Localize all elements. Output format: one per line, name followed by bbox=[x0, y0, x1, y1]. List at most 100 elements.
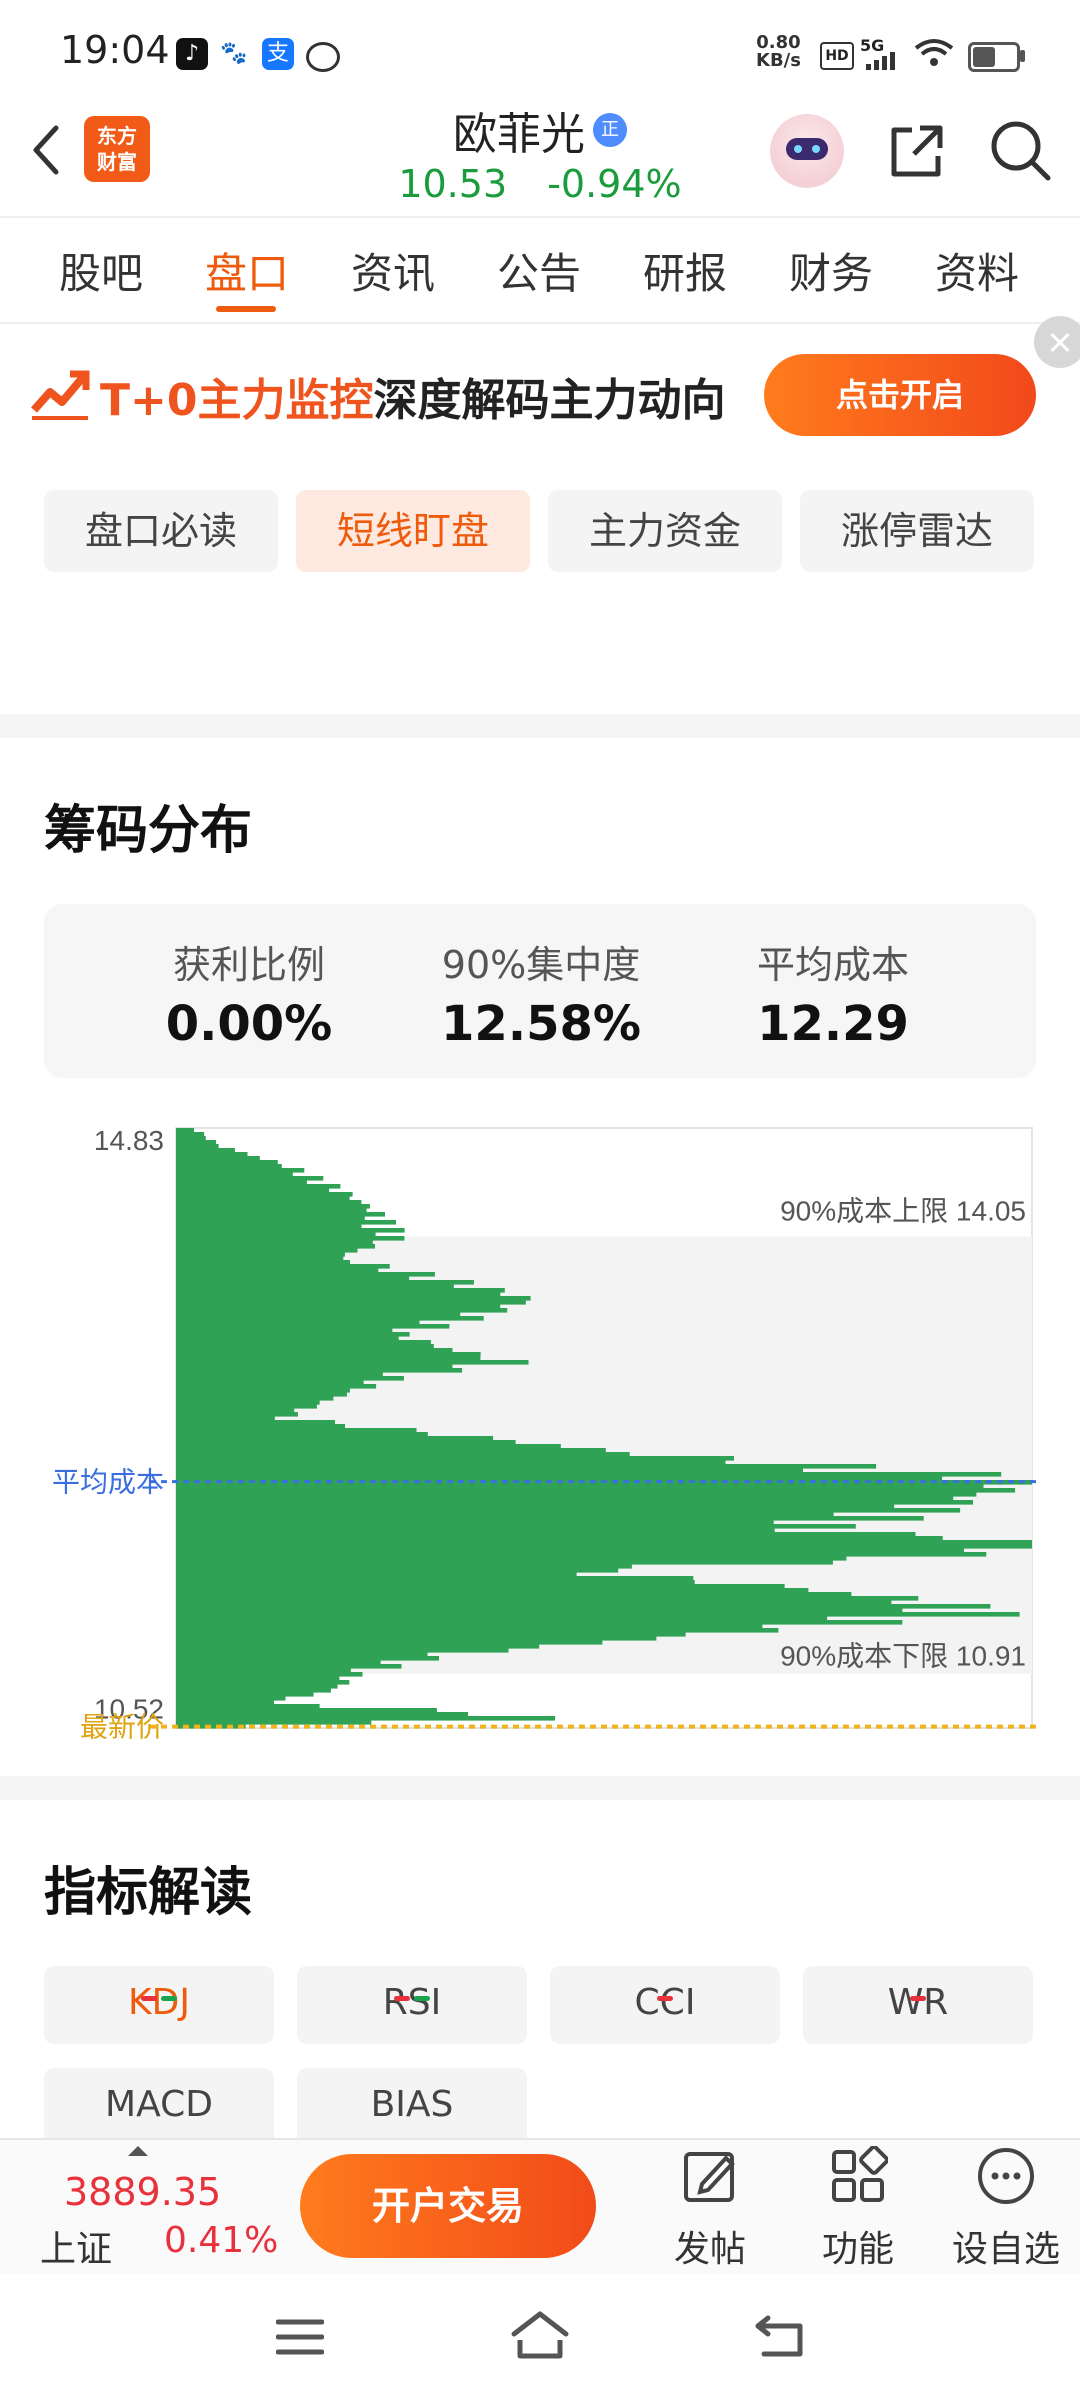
share-icon[interactable] bbox=[886, 120, 948, 182]
tab-announcements[interactable]: 公告 bbox=[484, 240, 594, 301]
indicator-tab-kdj[interactable]: KDJ bbox=[44, 1966, 274, 2044]
chip-bar bbox=[176, 1140, 217, 1145]
chip-bar bbox=[176, 1520, 774, 1525]
chip-bar bbox=[176, 1288, 505, 1293]
chip-bar bbox=[176, 1324, 450, 1329]
chip-bar bbox=[176, 1412, 298, 1417]
tab-news[interactable]: 资讯 bbox=[338, 240, 448, 301]
indicator-tab-wr[interactable]: WR bbox=[803, 1966, 1033, 2044]
signal-icon bbox=[866, 52, 895, 70]
index-name[interactable]: 上证 bbox=[40, 2220, 112, 2272]
chip-bar bbox=[176, 1356, 481, 1361]
signal-mark-red bbox=[657, 1996, 673, 2001]
chip-bar bbox=[176, 1344, 434, 1349]
chip-bar bbox=[176, 1676, 340, 1681]
indicator-signal-marks bbox=[44, 1964, 274, 2038]
chip-bar bbox=[176, 1556, 847, 1561]
chip-bar bbox=[176, 1532, 916, 1537]
chip-bar bbox=[176, 1272, 435, 1277]
chip-bar bbox=[176, 1496, 954, 1501]
chip-bar bbox=[176, 1588, 809, 1593]
chip-bar bbox=[176, 1616, 828, 1621]
chip-bar bbox=[176, 1548, 964, 1553]
chip-bar bbox=[176, 1340, 431, 1345]
chip-bar bbox=[176, 1260, 350, 1265]
search-icon[interactable] bbox=[988, 118, 1052, 182]
net-speed: 0.80 KB/s bbox=[756, 34, 801, 70]
chip-bar bbox=[176, 1316, 484, 1321]
chip-bar bbox=[176, 1712, 469, 1717]
chip-bar bbox=[176, 1292, 501, 1297]
back-nav-icon[interactable] bbox=[754, 2314, 808, 2358]
home-icon[interactable] bbox=[510, 2310, 570, 2360]
stock-name: 欧菲光 bbox=[453, 109, 585, 160]
subtab-limit-up-radar[interactable]: 涨停雷达 bbox=[800, 490, 1034, 572]
banner-close-icon[interactable] bbox=[1034, 316, 1080, 368]
chip-distribution-chart: 14.83 10.52 90%成本上限 14.05 90%成本下限 10.91 … bbox=[52, 1125, 1036, 1743]
chip-bar bbox=[176, 1508, 961, 1513]
index-expand-icon[interactable] bbox=[126, 2144, 150, 2158]
chip-bar bbox=[176, 1504, 895, 1509]
tab-research[interactable]: 研报 bbox=[630, 240, 740, 301]
chip-bar bbox=[176, 1592, 852, 1597]
indicator-tab-cci[interactable]: CCI bbox=[550, 1966, 780, 2044]
chip-bar bbox=[176, 1484, 984, 1489]
chip-bar bbox=[176, 1348, 453, 1353]
chip-bar bbox=[176, 1632, 686, 1637]
subtab-short-term[interactable]: 短线盯盘 bbox=[296, 490, 530, 572]
chip-bar bbox=[176, 1456, 734, 1461]
chip-bar bbox=[176, 1436, 494, 1441]
chip-bar bbox=[176, 1376, 404, 1381]
ai-assistant-icon[interactable] bbox=[770, 114, 844, 188]
signal-mark-red bbox=[141, 1996, 157, 2001]
active-tab-indicator bbox=[216, 306, 276, 312]
banner-open-button[interactable]: 点击开启 bbox=[764, 354, 1036, 436]
header-divider bbox=[0, 216, 1080, 218]
subtab-main-funds[interactable]: 主力资金 bbox=[548, 490, 782, 572]
chip-bar bbox=[176, 1404, 317, 1409]
baidu-icon: 🐾 bbox=[218, 38, 250, 70]
chip-bar bbox=[176, 1648, 509, 1653]
chip-bar bbox=[176, 1152, 248, 1157]
chip-bar bbox=[176, 1192, 353, 1197]
chip-bar bbox=[176, 1336, 399, 1341]
indicator-tab-bias[interactable]: BIAS bbox=[297, 2068, 527, 2146]
index-change[interactable]: 0.41% bbox=[164, 2220, 278, 2261]
douyin-icon: ♪ bbox=[176, 38, 208, 70]
tab-profile[interactable]: 资料 bbox=[922, 240, 1032, 301]
add-watchlist-label: 设自选 bbox=[951, 2229, 1060, 2270]
post-button[interactable]: 发帖 bbox=[650, 2146, 770, 2272]
indicator-tab-macd[interactable]: MACD bbox=[44, 2068, 274, 2146]
add-watchlist-button[interactable]: 设自选 bbox=[946, 2146, 1066, 2272]
chip-bar bbox=[176, 1656, 439, 1661]
tab-guba[interactable]: 股吧 bbox=[46, 240, 156, 301]
subtab-must-read[interactable]: 盘口必读 bbox=[44, 490, 278, 572]
functions-button[interactable]: 功能 bbox=[798, 2145, 918, 2272]
chip-bar bbox=[176, 1276, 410, 1281]
index-value[interactable]: 3889.35 bbox=[64, 2170, 221, 2214]
chip-bar bbox=[176, 1636, 657, 1641]
chip-bar bbox=[176, 1448, 606, 1453]
menu-icon[interactable] bbox=[276, 2318, 324, 2356]
chip-bar bbox=[176, 1384, 377, 1389]
open-account-trade-button[interactable]: 开户交易 bbox=[300, 2154, 596, 2258]
tab-finance[interactable]: 财务 bbox=[776, 240, 886, 301]
chip-bar bbox=[176, 1488, 1016, 1493]
chip-bar bbox=[176, 1576, 694, 1581]
chip-stats: 获利比例 0.00% 90%集中度 12.58% 平均成本 12.29 bbox=[44, 904, 1036, 1078]
chip-bar bbox=[176, 1180, 307, 1185]
indicators-title: 指标解读 bbox=[44, 1863, 253, 1923]
chip-bar bbox=[176, 1424, 345, 1429]
chip-bar bbox=[176, 1640, 603, 1645]
chip-bar bbox=[176, 1568, 619, 1573]
profit-ratio-label: 获利比例 bbox=[172, 943, 325, 987]
chip-bar bbox=[176, 1212, 385, 1217]
chip-bar bbox=[176, 1596, 919, 1601]
chip-bar bbox=[176, 1136, 206, 1141]
alipay-icon: 支 bbox=[262, 38, 294, 70]
indicator-tab-rsi[interactable]: RSI bbox=[297, 1966, 527, 2044]
tab-pankou[interactable]: 盘口 bbox=[192, 240, 302, 301]
tabs-divider bbox=[0, 322, 1080, 324]
chip-bar bbox=[176, 1476, 943, 1481]
banner-title: T+0主力监控深度解码主力动向 bbox=[100, 364, 726, 428]
